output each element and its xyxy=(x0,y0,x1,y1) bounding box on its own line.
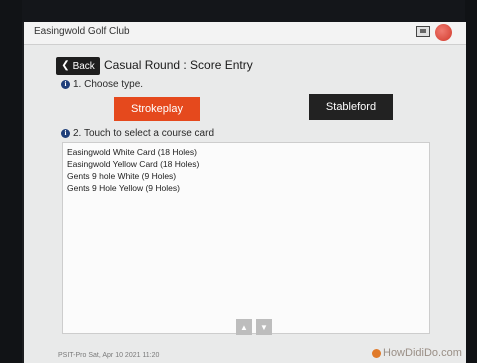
step-one-label: 1. Choose type. xyxy=(73,79,144,90)
list-item[interactable]: Easingwold White Card (18 Holes) xyxy=(67,146,429,158)
step-two-instruction: i 2. Touch to select a course card xyxy=(61,128,214,139)
strokeplay-button[interactable]: Strokeplay xyxy=(114,97,200,121)
list-item[interactable]: Gents 9 hole White (9 Holes) xyxy=(67,170,429,182)
step-two-label: 2. Touch to select a course card xyxy=(73,128,215,139)
brand-logo: HowDidiDo.com xyxy=(372,347,462,359)
list-item[interactable]: Gents 9 Hole Yellow (9 Holes) xyxy=(67,182,429,194)
brand-mark-icon xyxy=(372,348,381,358)
title-bar: Easingwold Golf Club xyxy=(24,22,466,45)
stableford-button[interactable]: Stableford xyxy=(309,94,393,120)
step-one-instruction: i 1. Choose type. xyxy=(61,79,143,90)
brand-text: HowDidiDo.com xyxy=(383,347,462,359)
footer-status: PSIT-Pro Sat, Apr 10 2021 11:20 xyxy=(58,352,160,359)
monitor-bezel-left xyxy=(0,0,22,363)
monitor-bezel-right xyxy=(465,0,477,363)
touch-screen: Easingwold Golf Club ❮ Back Casual Round… xyxy=(24,22,466,363)
app-title: Easingwold Golf Club xyxy=(34,26,130,37)
course-card-list: Easingwold White Card (18 Holes) Easingw… xyxy=(62,142,430,334)
monitor-bezel-top xyxy=(0,0,477,22)
back-label: Back xyxy=(72,60,95,72)
scroll-up-button[interactable]: ▲ xyxy=(236,319,252,335)
back-button[interactable]: ❮ Back xyxy=(56,57,100,75)
scroll-down-button[interactable]: ▼ xyxy=(256,319,272,335)
chevron-left-icon: ❮ xyxy=(61,60,70,71)
info-icon: i xyxy=(61,128,70,138)
close-icon[interactable] xyxy=(435,24,452,41)
list-item[interactable]: Easingwold Yellow Card (18 Holes) xyxy=(67,158,429,170)
info-icon: i xyxy=(61,79,70,89)
monitor-icon[interactable] xyxy=(416,26,430,37)
page-title: Casual Round : Score Entry xyxy=(104,58,253,72)
